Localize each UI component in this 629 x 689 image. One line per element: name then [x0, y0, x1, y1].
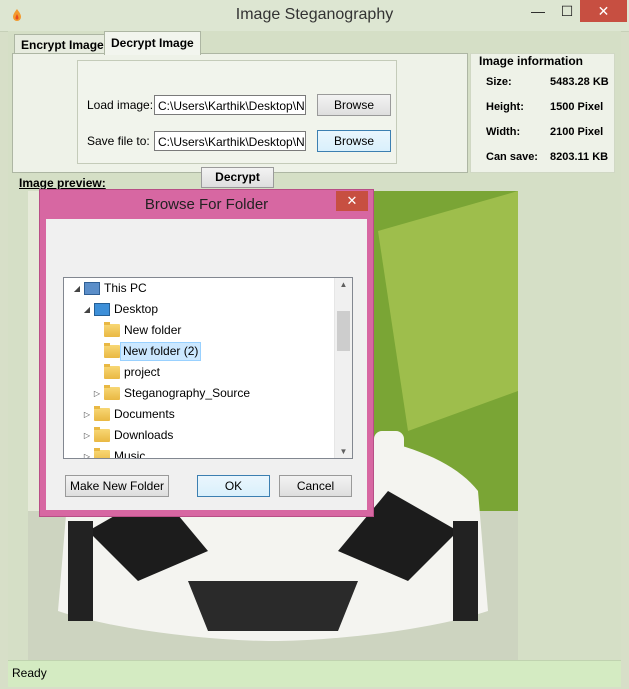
cancel-button[interactable]: Cancel	[279, 475, 352, 497]
computer-icon	[84, 282, 100, 295]
tree-item-label: This PC	[104, 281, 147, 295]
load-browse-button[interactable]: Browse	[317, 94, 391, 116]
tree-item-label: Steganography_Source	[124, 386, 251, 400]
info-can-save-label: Can save:	[486, 151, 538, 163]
image-information-panel: Image information Size: 5483.28 KB Heigh…	[470, 53, 615, 173]
info-can-save-value: 8203.11 KB	[550, 151, 609, 163]
folder-tree[interactable]: ◢ This PC ◢ Desktop New folder New folde…	[63, 277, 353, 459]
tree-item-label: New folder	[124, 323, 182, 337]
tab-encrypt-image[interactable]: Encrypt Image	[14, 34, 111, 55]
dialog-body: ◢ This PC ◢ Desktop New folder New folde…	[46, 219, 367, 510]
minimize-button[interactable]: —	[523, 0, 553, 22]
info-width-label: Width:	[486, 126, 521, 138]
folder-icon	[104, 364, 120, 379]
ok-button[interactable]: OK	[197, 475, 270, 497]
decrypt-group: Load image: C:\Users\Karthik\Desktop\New…	[77, 60, 397, 164]
tree-item-label: Desktop	[114, 302, 159, 316]
scroll-down-arrow-icon[interactable]: ▼	[335, 447, 352, 456]
scrollbar-thumb[interactable]	[337, 311, 350, 351]
tree-item-label: Music	[114, 449, 146, 459]
expand-arrow-icon[interactable]: ◢	[82, 300, 92, 319]
expand-arrow-icon[interactable]: ◢	[72, 279, 82, 298]
tree-item-label: Downloads	[114, 428, 174, 442]
folder-icon	[104, 385, 120, 400]
info-size-label: Size:	[486, 76, 512, 88]
tree-item-label: project	[124, 365, 161, 379]
tree-item-label: New folder (2)	[120, 342, 202, 361]
image-preview-label: Image preview:	[19, 176, 106, 190]
close-button[interactable]: ✕	[580, 0, 627, 22]
desktop-folder-icon	[94, 303, 110, 316]
status-bar: Ready	[8, 660, 621, 687]
dialog-close-button[interactable]: ✕	[336, 191, 368, 211]
decrypt-tab-panel: Load image: C:\Users\Karthik\Desktop\New…	[12, 53, 468, 188]
folder-icon	[104, 343, 120, 358]
expand-arrow-icon[interactable]: ▷	[82, 426, 92, 445]
save-file-path-field[interactable]: C:\Users\Karthik\Desktop\New	[154, 131, 306, 151]
info-height-value: 1500 Pixel	[550, 101, 604, 113]
load-image-label: Load image:	[87, 98, 154, 112]
maximize-button[interactable]: ☐	[552, 0, 582, 22]
decrypt-button[interactable]: Decrypt	[201, 167, 274, 188]
tree-item-label: Documents	[114, 407, 175, 421]
folder-icon	[104, 322, 120, 337]
dialog-title: Browse For Folder	[144, 196, 269, 213]
expand-arrow-icon[interactable]: ▷	[82, 447, 92, 458]
save-browse-button[interactable]: Browse	[317, 130, 391, 152]
image-information-title: Image information	[479, 54, 584, 68]
scroll-up-arrow-icon[interactable]: ▲	[335, 280, 352, 289]
downloads-folder-icon	[94, 427, 110, 442]
expand-arrow-icon[interactable]: ▷	[82, 405, 92, 424]
info-size-value: 5483.28 KB	[550, 76, 609, 88]
title-bar: Image Steganography — ☐ ✕	[0, 0, 629, 32]
load-image-path-field[interactable]: C:\Users\Karthik\Desktop\New	[154, 95, 306, 115]
browse-for-folder-dialog: Browse For Folder ✕ ◢ This PC ◢ Desktop …	[39, 189, 374, 517]
tree-vertical-scrollbar[interactable]: ▲ ▼	[334, 278, 352, 458]
make-new-folder-button[interactable]: Make New Folder	[65, 475, 169, 497]
expand-arrow-icon[interactable]: ▷	[92, 384, 102, 403]
save-file-label: Save file to:	[87, 134, 150, 148]
documents-folder-icon	[94, 406, 110, 421]
status-text: Ready	[12, 666, 47, 680]
music-folder-icon	[94, 448, 110, 458]
tab-decrypt-image[interactable]: Decrypt Image	[104, 31, 201, 55]
info-height-label: Height:	[486, 101, 524, 113]
info-width-value: 2100 Pixel	[550, 126, 604, 138]
